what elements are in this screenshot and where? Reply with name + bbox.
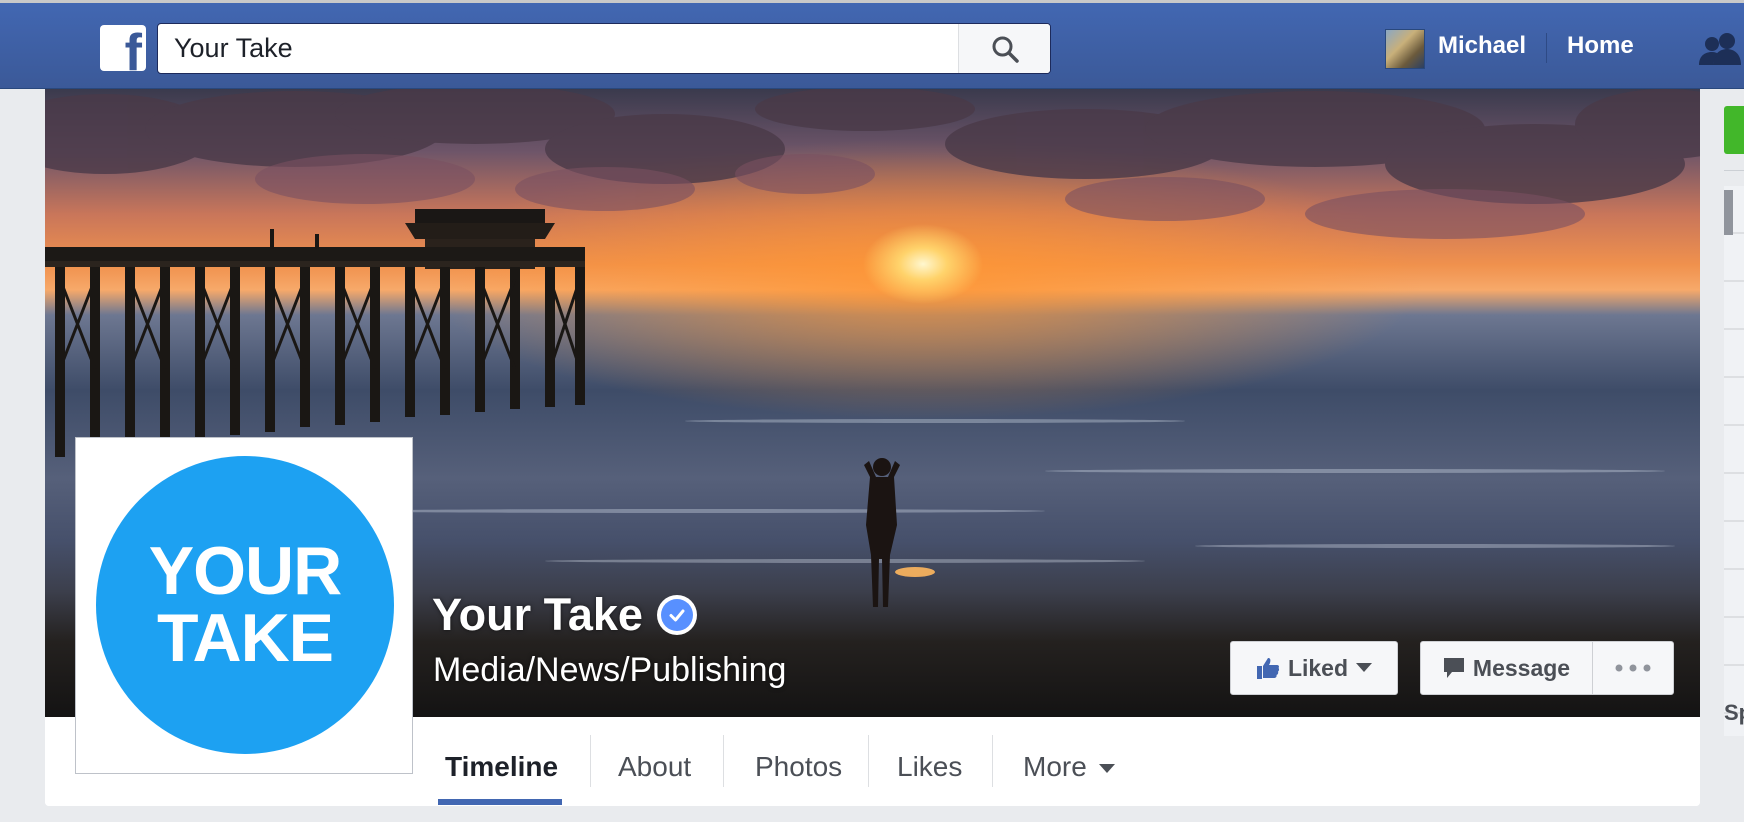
search-icon bbox=[992, 36, 1019, 63]
chevron-down-icon bbox=[1098, 763, 1115, 773]
user-avatar[interactable] bbox=[1385, 29, 1425, 69]
wave bbox=[345, 509, 1045, 513]
tab-likes[interactable]: Likes bbox=[897, 751, 962, 783]
friend-requests-icon[interactable] bbox=[1697, 31, 1744, 67]
user-name-link[interactable]: Michael bbox=[1438, 32, 1526, 60]
tab-divider bbox=[992, 735, 993, 787]
nav-divider bbox=[1546, 33, 1547, 63]
wave bbox=[685, 419, 1185, 423]
tab-divider bbox=[723, 735, 724, 787]
page-name-text[interactable]: Your Take bbox=[432, 589, 643, 641]
liked-label: Liked bbox=[1287, 654, 1349, 681]
create-button[interactable] bbox=[1724, 106, 1744, 154]
message-button[interactable]: Message bbox=[1420, 641, 1593, 695]
active-tab-indicator bbox=[438, 799, 562, 805]
tab-more[interactable]: More bbox=[1023, 751, 1115, 783]
search-bar bbox=[157, 23, 1051, 74]
page-header-card: Your Take Media/News/Publishing Liked Me… bbox=[45, 89, 1700, 806]
tab-divider bbox=[590, 735, 591, 787]
dropdown-caret-icon bbox=[1356, 663, 1373, 672]
person-silhouette bbox=[864, 458, 900, 607]
search-input[interactable] bbox=[158, 24, 958, 73]
liked-button[interactable]: Liked bbox=[1230, 641, 1398, 695]
profile-logo: YOUR TAKE bbox=[96, 456, 394, 754]
thumbs-up-icon bbox=[1256, 658, 1279, 679]
ellipsis-icon bbox=[1615, 664, 1651, 672]
profile-logo-line1: YOUR bbox=[148, 532, 342, 609]
facebook-logo-icon[interactable]: f bbox=[100, 25, 146, 71]
home-link[interactable]: Home bbox=[1567, 32, 1634, 60]
profile-picture[interactable]: YOUR TAKE bbox=[75, 437, 413, 774]
wave bbox=[1045, 469, 1665, 473]
tab-timeline[interactable]: Timeline bbox=[445, 751, 558, 783]
divider bbox=[1724, 170, 1744, 171]
tab-divider bbox=[868, 735, 869, 787]
page-category[interactable]: Media/News/Publishing bbox=[433, 651, 786, 690]
sidebar-list bbox=[1724, 186, 1744, 736]
tab-photos[interactable]: Photos bbox=[755, 751, 842, 783]
sidebar-heading: Sp bbox=[1724, 700, 1744, 725]
scrollbar-thumb[interactable] bbox=[1724, 190, 1733, 235]
tab-about[interactable]: About bbox=[618, 751, 691, 783]
message-icon bbox=[1443, 658, 1464, 678]
more-options-button[interactable] bbox=[1592, 641, 1674, 695]
search-button[interactable] bbox=[958, 24, 1050, 73]
tab-more-label: More bbox=[1023, 751, 1087, 782]
page-title: Your Take bbox=[432, 589, 697, 641]
profile-logo-line2: TAKE bbox=[156, 600, 334, 676]
sun-reflection bbox=[895, 567, 935, 577]
message-label: Message bbox=[1472, 654, 1571, 681]
wave bbox=[545, 559, 1145, 563]
verified-badge-icon bbox=[656, 595, 697, 635]
top-navigation-bar: f Michael Home bbox=[0, 0, 1744, 89]
wave bbox=[1195, 544, 1675, 548]
